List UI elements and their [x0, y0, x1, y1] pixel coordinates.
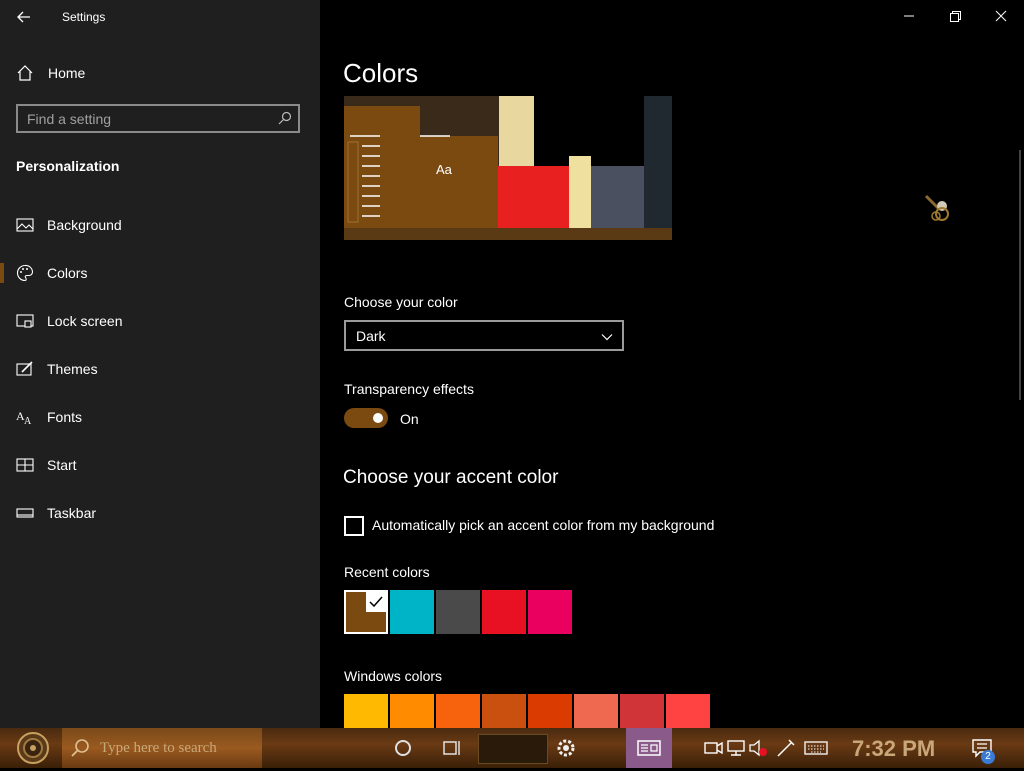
- restore-button[interactable]: [932, 0, 978, 32]
- recent-color-swatch[interactable]: [390, 590, 434, 634]
- find-setting-input[interactable]: [27, 109, 267, 128]
- sidebar-item-background[interactable]: Background: [0, 207, 320, 243]
- pen-workspace-icon[interactable]: [774, 736, 798, 760]
- settings-gear-icon[interactable]: [554, 736, 578, 760]
- chevron-down-icon: [601, 334, 613, 341]
- auto-accent-checkbox[interactable]: [344, 516, 364, 536]
- windows-colors-label: Windows colors: [344, 668, 443, 684]
- home-nav-item[interactable]: Home: [16, 62, 85, 84]
- section-heading-personalization: Personalization: [16, 158, 120, 174]
- preview-image: [344, 96, 672, 240]
- transparency-state: On: [400, 411, 419, 427]
- windows-color-swatch[interactable]: [390, 694, 434, 728]
- preview-sample-text: Aa: [436, 162, 452, 177]
- taskbar-app-slot[interactable]: [478, 734, 548, 764]
- auto-accent-label[interactable]: Automatically pick an accent color from …: [372, 517, 714, 533]
- find-setting-search[interactable]: [16, 104, 300, 133]
- start-button[interactable]: [8, 730, 58, 766]
- sidebar-item-label: Fonts: [47, 409, 83, 425]
- svg-text:A: A: [24, 416, 32, 426]
- close-icon: [995, 10, 1007, 22]
- news-icon: [637, 740, 661, 756]
- scrollbar[interactable]: [1019, 150, 1021, 400]
- accent-color-heading: Choose your accent color: [343, 467, 559, 488]
- start-icon: [16, 458, 34, 472]
- home-icon: [17, 65, 33, 81]
- sidebar-item-lock-screen[interactable]: Lock screen: [0, 303, 320, 339]
- sidebar-item-fonts[interactable]: A A Fonts: [0, 399, 320, 435]
- selection-indicator: [0, 263, 4, 283]
- recent-color-swatch[interactable]: [344, 590, 388, 634]
- recent-color-swatch[interactable]: [528, 590, 572, 634]
- windows-color-swatch[interactable]: [344, 694, 388, 728]
- taskbar-search-placeholder: Type here to search: [100, 740, 217, 756]
- cursor-icon: [924, 194, 949, 221]
- checkmark-icon: [366, 592, 386, 612]
- app-title: Settings: [62, 10, 106, 24]
- recent-color-swatch[interactable]: [482, 590, 526, 634]
- fonts-icon: A A: [16, 409, 32, 426]
- windows-color-swatch[interactable]: [482, 694, 526, 728]
- sidebar-item-label: Themes: [47, 361, 98, 377]
- search-icon[interactable]: [278, 111, 292, 125]
- back-arrow-icon[interactable]: [14, 7, 34, 27]
- colors-page: Colors Aa Choose your color Dark Transpa…: [320, 0, 1024, 728]
- sidebar-item-label: Start: [47, 457, 77, 473]
- minimize-button[interactable]: [886, 0, 932, 32]
- window-controls: [886, 0, 1024, 32]
- restore-icon: [950, 11, 961, 22]
- touch-keyboard-icon[interactable]: [804, 736, 828, 760]
- picture-icon: [16, 218, 34, 232]
- toggle-knob: [373, 413, 383, 423]
- theme-preview: Aa: [344, 96, 672, 240]
- search-icon: [71, 739, 89, 757]
- taskbar-icon: [16, 508, 34, 518]
- windows-color-swatch[interactable]: [574, 694, 618, 728]
- palette-icon: [17, 264, 34, 282]
- cortana-icon[interactable]: [391, 736, 415, 760]
- close-button[interactable]: [978, 0, 1024, 32]
- sidebar-item-colors[interactable]: Colors: [0, 255, 320, 291]
- taskbar: Type here to search 7:32 PM: [0, 728, 1024, 768]
- page-title: Colors: [343, 58, 419, 88]
- lock-screen-icon: [16, 314, 34, 328]
- notification-badge: 2: [981, 750, 995, 764]
- windows-color-swatch[interactable]: [620, 694, 664, 728]
- network-icon[interactable]: [724, 736, 748, 760]
- sidebar-item-start[interactable]: Start: [0, 447, 320, 483]
- sidebar-item-label: Background: [47, 217, 122, 233]
- sidebar-item-taskbar[interactable]: Taskbar: [0, 495, 320, 531]
- recent-colors-label: Recent colors: [344, 564, 430, 580]
- sidebar-item-label: Colors: [47, 265, 88, 281]
- windows-color-swatch[interactable]: [436, 694, 480, 728]
- home-label: Home: [48, 65, 86, 81]
- choose-color-label: Choose your color: [344, 294, 458, 310]
- taskbar-clock[interactable]: 7:32 PM: [852, 736, 935, 762]
- sidebar-item-themes[interactable]: Themes: [0, 351, 320, 387]
- title-bar: Settings: [0, 0, 320, 34]
- dropdown-value: Dark: [356, 328, 386, 344]
- transparency-label: Transparency effects: [344, 381, 474, 397]
- windows-color-swatch[interactable]: [666, 694, 710, 728]
- settings-sidebar: Settings Home Personalization Background…: [0, 0, 320, 728]
- task-view-icon[interactable]: [440, 736, 464, 760]
- transparency-toggle[interactable]: [344, 408, 388, 428]
- recent-color-swatch[interactable]: [436, 590, 480, 634]
- minimize-icon: [904, 15, 914, 17]
- sidebar-item-label: Lock screen: [47, 313, 123, 329]
- meet-now-icon[interactable]: [702, 736, 726, 760]
- sidebar-item-label: Taskbar: [47, 505, 97, 521]
- volume-muted-icon[interactable]: [746, 736, 770, 760]
- taskbar-search[interactable]: Type here to search: [62, 728, 262, 768]
- gear-start-icon: [17, 732, 49, 764]
- taskbar-active-app[interactable]: [626, 728, 672, 768]
- themes-icon: [16, 361, 33, 376]
- windows-color-swatch[interactable]: [528, 694, 572, 728]
- choose-color-dropdown[interactable]: Dark: [344, 320, 624, 351]
